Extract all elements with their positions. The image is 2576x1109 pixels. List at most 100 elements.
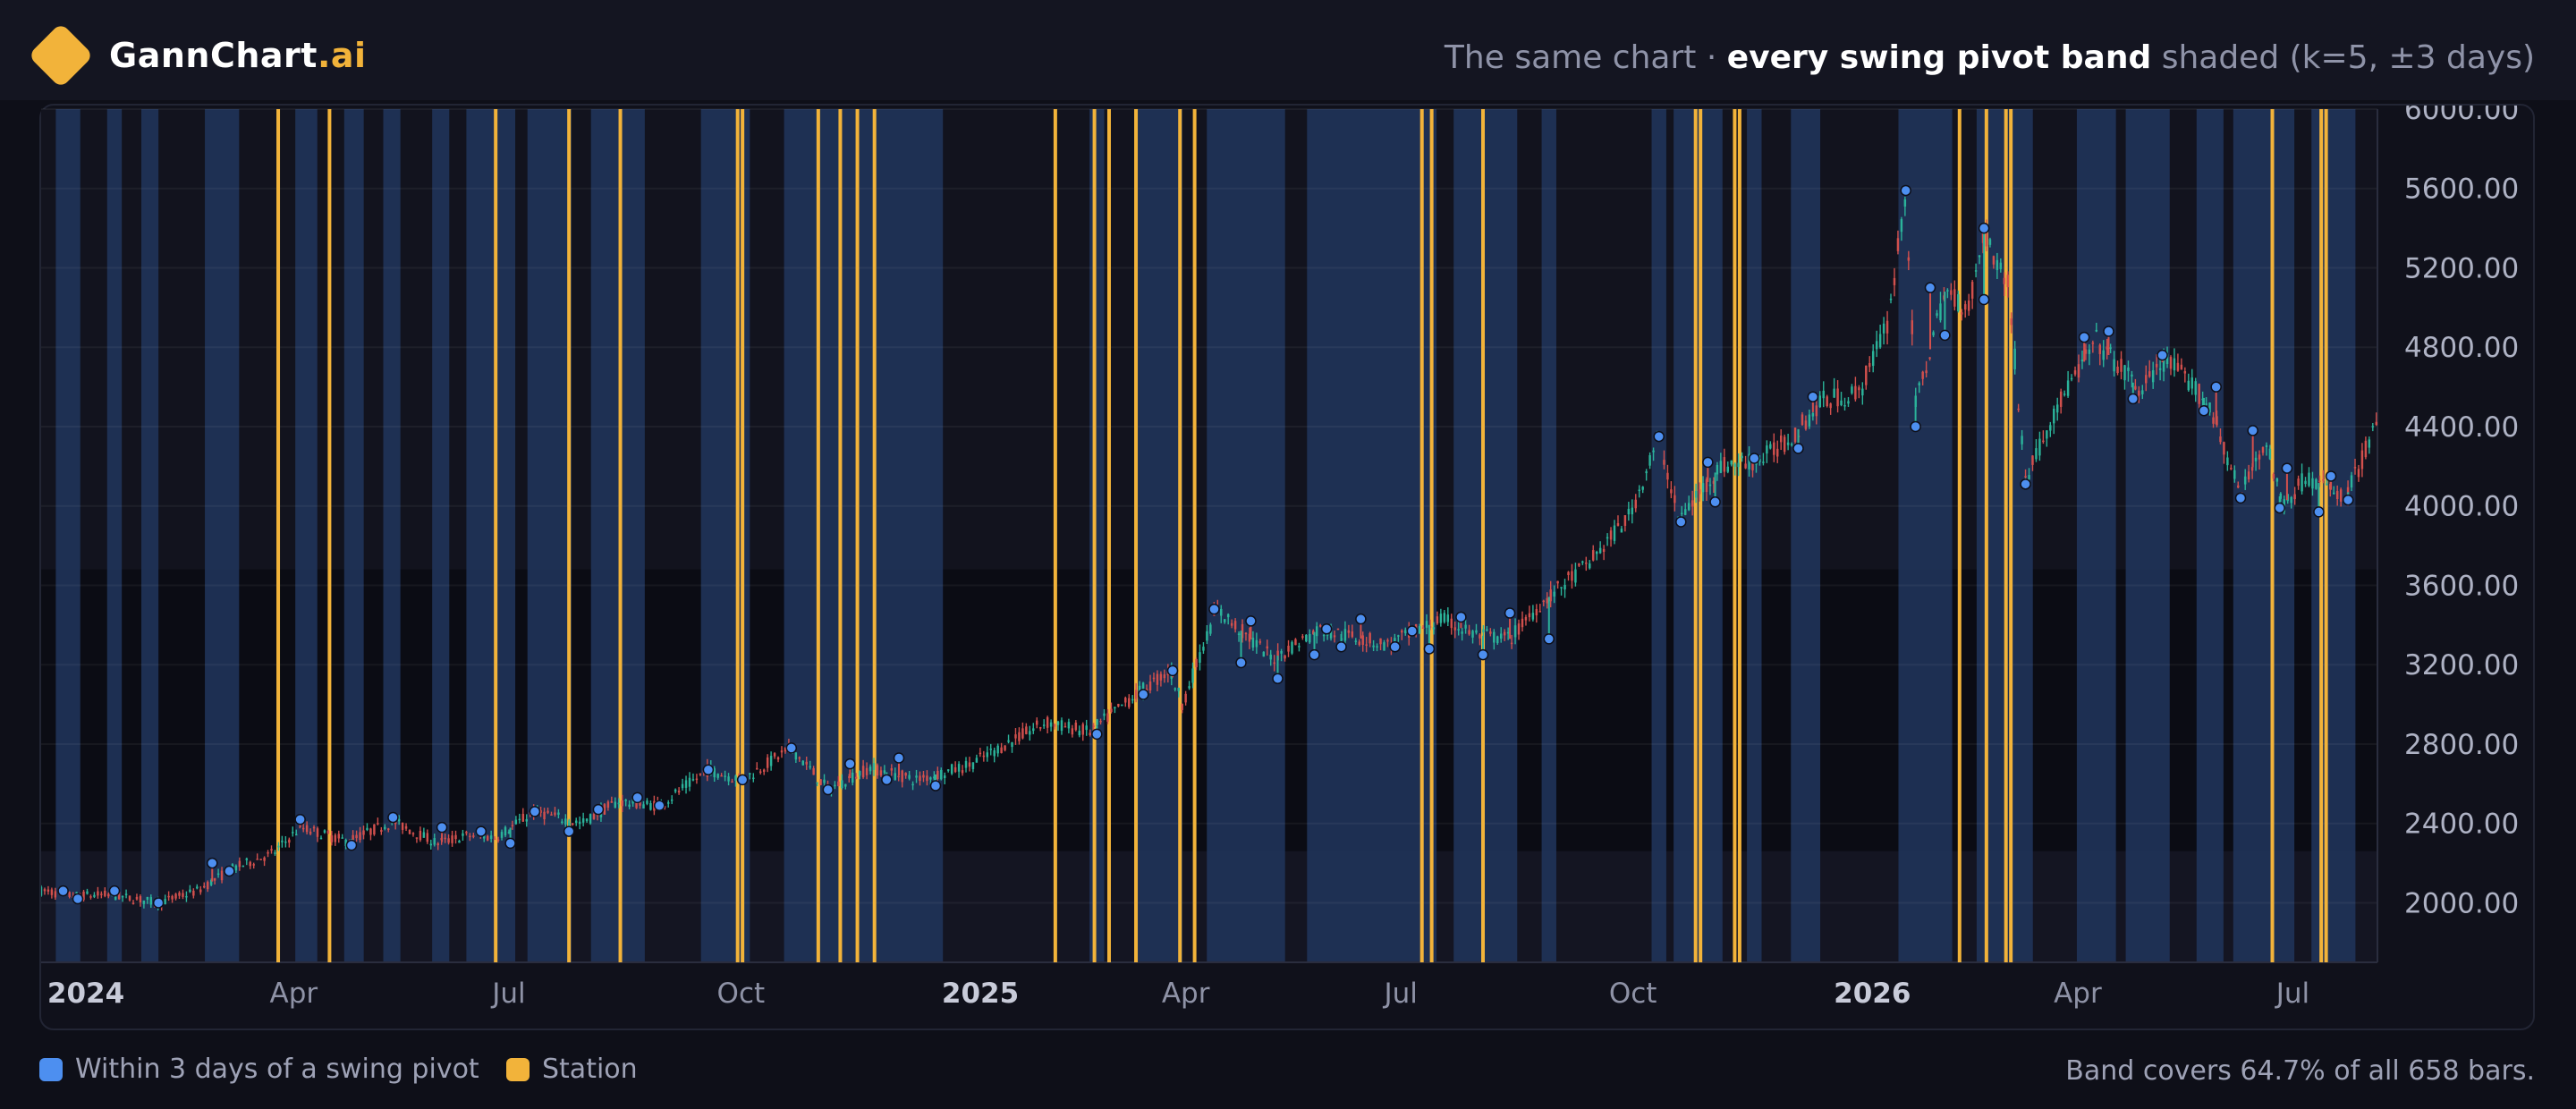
candle-body (2063, 394, 2066, 395)
y-tick-label: 2000.00 (2404, 887, 2519, 919)
y-tick-label: 5600.00 (2404, 174, 2519, 206)
candle-body (401, 822, 404, 830)
candle-body (1471, 631, 1474, 638)
candle-body (961, 770, 964, 774)
candle-body (259, 859, 262, 860)
candle-body (2318, 480, 2321, 483)
candle-body (1506, 631, 1510, 634)
candle-body (716, 774, 719, 778)
candle-body (89, 896, 92, 898)
pivot-band (106, 109, 123, 962)
candle-body (1517, 623, 1521, 635)
candle-body (688, 777, 691, 787)
candle-body (1103, 713, 1106, 716)
candle-body (2205, 403, 2207, 405)
candle-body (2173, 358, 2176, 371)
candle-body (979, 752, 982, 755)
candle-body (2233, 470, 2236, 479)
candle-body (355, 834, 358, 839)
candle-body (1773, 442, 1775, 455)
y-tick-label: 2800.00 (2404, 729, 2519, 761)
candle-body (2339, 489, 2343, 502)
candle-body (953, 766, 957, 773)
candle-body (2315, 478, 2318, 489)
subtitle-prefix: The same chart · (1444, 39, 1727, 76)
pivot-band (2125, 109, 2170, 962)
candle-body (337, 834, 341, 839)
swing-pivot-marker (1675, 516, 1687, 528)
candle-body (1723, 457, 1726, 472)
candle-body (1967, 301, 1970, 311)
candle-body (2219, 436, 2222, 443)
candle-body (957, 764, 961, 772)
candle-body (1266, 646, 1268, 649)
candle-body (142, 900, 146, 904)
candle-body (2258, 454, 2261, 460)
candle-body (1018, 732, 1021, 741)
swing-pivot-marker (1455, 611, 1467, 623)
candle-body (2261, 446, 2265, 453)
candle-body (1011, 742, 1013, 748)
candle-body (2254, 457, 2258, 461)
candle-body (1681, 512, 1683, 515)
candle-body (1499, 633, 1503, 639)
candle-body (971, 762, 975, 769)
candle-body (915, 775, 918, 778)
candle-body (2148, 371, 2151, 377)
candle-body (1907, 257, 1911, 261)
candle-body (2091, 343, 2095, 344)
swing-pivot-marker (592, 803, 605, 816)
candle-body (1620, 529, 1623, 533)
swing-pivot-marker (1978, 293, 1990, 306)
candle-body (1843, 404, 1846, 407)
candle-body (1882, 323, 1885, 334)
candle-body (670, 799, 674, 801)
candle-body (1698, 489, 1701, 495)
candle-body (1674, 495, 1676, 504)
candle-body (380, 829, 383, 833)
candle-body (589, 814, 592, 824)
candle-body (1181, 703, 1183, 710)
candle-body (823, 779, 826, 783)
candle-body (1226, 614, 1230, 618)
candle-body (1333, 635, 1336, 638)
candle-body (2360, 450, 2364, 470)
candle-body (1730, 460, 1733, 465)
candle-body (185, 895, 188, 898)
candle-body (809, 766, 811, 768)
candle-body (1156, 673, 1159, 685)
candle-body (1687, 503, 1690, 511)
candle-body (2141, 390, 2144, 394)
candle-body (270, 849, 273, 851)
candle-body (2375, 421, 2377, 425)
candle-body (511, 825, 514, 827)
candle-body (1284, 655, 1286, 659)
candle-body (2155, 363, 2158, 368)
candle-body (1766, 445, 1768, 454)
candle-body (1861, 388, 1864, 396)
candle-body (904, 773, 907, 776)
swing-pivot-marker (2342, 494, 2354, 506)
candle-body (2088, 349, 2091, 354)
candle-body (1804, 420, 1808, 429)
candle-body (2243, 476, 2247, 485)
candle-body (1574, 569, 1577, 583)
candle-body (2297, 478, 2300, 487)
candle-body (1046, 717, 1049, 728)
candle-body (500, 832, 504, 838)
candle-body (411, 833, 415, 834)
candle-body (1567, 571, 1570, 576)
candle-body (578, 821, 581, 825)
candle-body (301, 827, 305, 830)
candle-body (547, 810, 549, 813)
candle-body (727, 776, 730, 782)
candle-body (199, 889, 202, 893)
header: GannChart.ai The same chart · every swin… (0, 0, 2576, 100)
candle-body (1177, 687, 1180, 691)
candle-body (964, 760, 968, 768)
candle-body (465, 832, 468, 834)
candle-body (837, 781, 840, 787)
candle-body (968, 762, 971, 767)
swing-pivot-marker (1792, 443, 1804, 454)
candle-body (574, 820, 578, 824)
